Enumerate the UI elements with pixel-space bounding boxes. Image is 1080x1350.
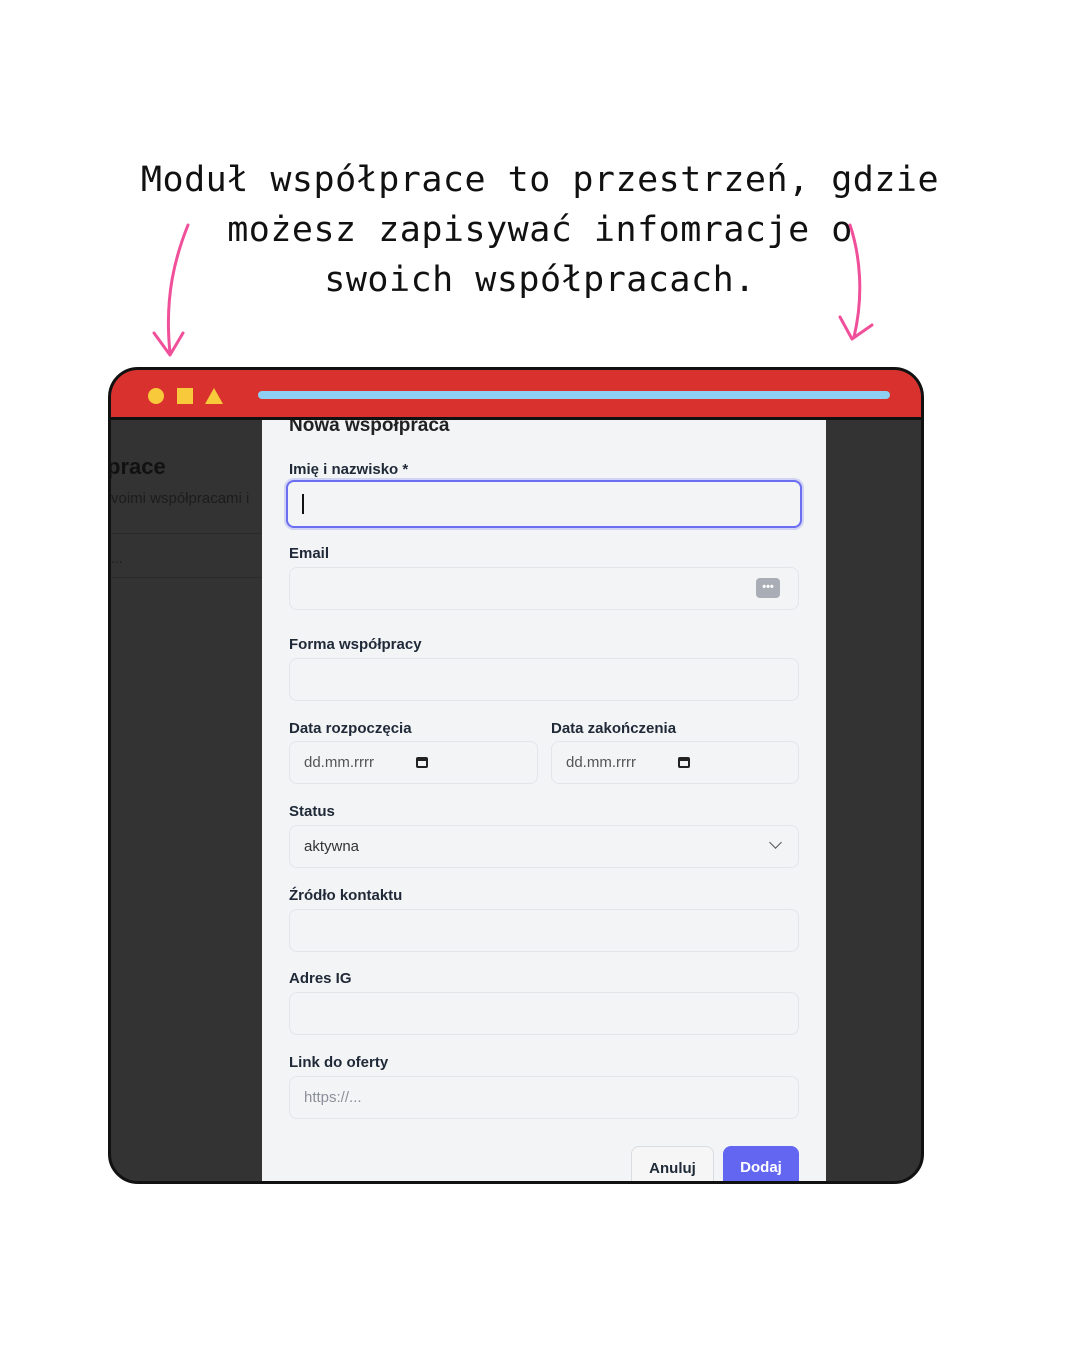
link-placeholder: https://... <box>304 1089 362 1106</box>
status-select[interactable]: aktywna <box>289 825 799 868</box>
cancel-button[interactable]: Anuluj <box>631 1146 714 1181</box>
new-collaboration-modal: Nowa współpraca Imię i nazwisko * Email … <box>262 420 826 1181</box>
address-bar[interactable] <box>258 391 890 399</box>
background-page-title: prace <box>111 454 166 479</box>
ig-label: Adres IG <box>289 970 352 987</box>
caption-line-1: Moduł współprace to przestrzeń, gdzie <box>140 160 940 200</box>
start-date-placeholder: dd.mm.rrrr <box>304 754 374 771</box>
caption-line-3: swoich współpracach. <box>324 260 756 300</box>
left-arrow-icon <box>152 223 190 357</box>
link-label: Link do oferty <box>289 1054 389 1071</box>
background-page-subtitle: voimi współpracami i <box>111 490 250 507</box>
status-label: Status <box>289 803 335 820</box>
name-input[interactable] <box>286 480 802 528</box>
start-date-label: Data rozpoczęcia <box>289 720 412 737</box>
end-date-label: Data zakończenia <box>551 720 677 737</box>
source-input[interactable] <box>289 909 799 952</box>
background-page: prace voimi współpracami i ... <box>111 420 261 1181</box>
caption-line-2: możesz zapisywać infomracje o <box>227 210 853 250</box>
divider <box>111 577 261 578</box>
password-manager-icon[interactable]: ••• <box>756 578 780 598</box>
name-label: Imię i nazwisko * <box>289 461 409 478</box>
window-titlebar <box>111 370 921 420</box>
end-date-input[interactable]: dd.mm.rrrr <box>551 741 799 784</box>
calendar-icon[interactable] <box>416 757 428 768</box>
email-label: Email <box>289 545 330 562</box>
divider <box>111 533 261 534</box>
status-value: aktywna <box>304 838 360 855</box>
chevron-down-icon <box>769 836 782 849</box>
right-arrow-icon <box>838 223 874 341</box>
caption: Moduł współprace to przestrzeń, gdzie mo… <box>140 155 940 305</box>
triangle-icon <box>205 388 223 404</box>
end-date-placeholder: dd.mm.rrrr <box>566 754 636 771</box>
calendar-icon[interactable] <box>678 757 690 768</box>
form-input[interactable] <box>289 658 799 701</box>
form-label: Forma współpracy <box>289 636 422 653</box>
source-label: Źródło kontaktu <box>289 887 403 904</box>
text-caret <box>302 494 304 515</box>
email-input[interactable]: ••• <box>289 567 799 610</box>
start-date-input[interactable]: dd.mm.rrrr <box>289 741 538 784</box>
browser-window: prace voimi współpracami i ... Nowa wspó… <box>108 367 924 1184</box>
ig-input[interactable] <box>289 992 799 1035</box>
modal-title: Nowa współpraca <box>289 420 450 436</box>
circle-icon <box>148 388 164 404</box>
background-search: ... <box>111 550 123 566</box>
link-input[interactable]: https://... <box>289 1076 799 1119</box>
add-button[interactable]: Dodaj <box>723 1146 799 1181</box>
square-icon <box>177 388 193 404</box>
